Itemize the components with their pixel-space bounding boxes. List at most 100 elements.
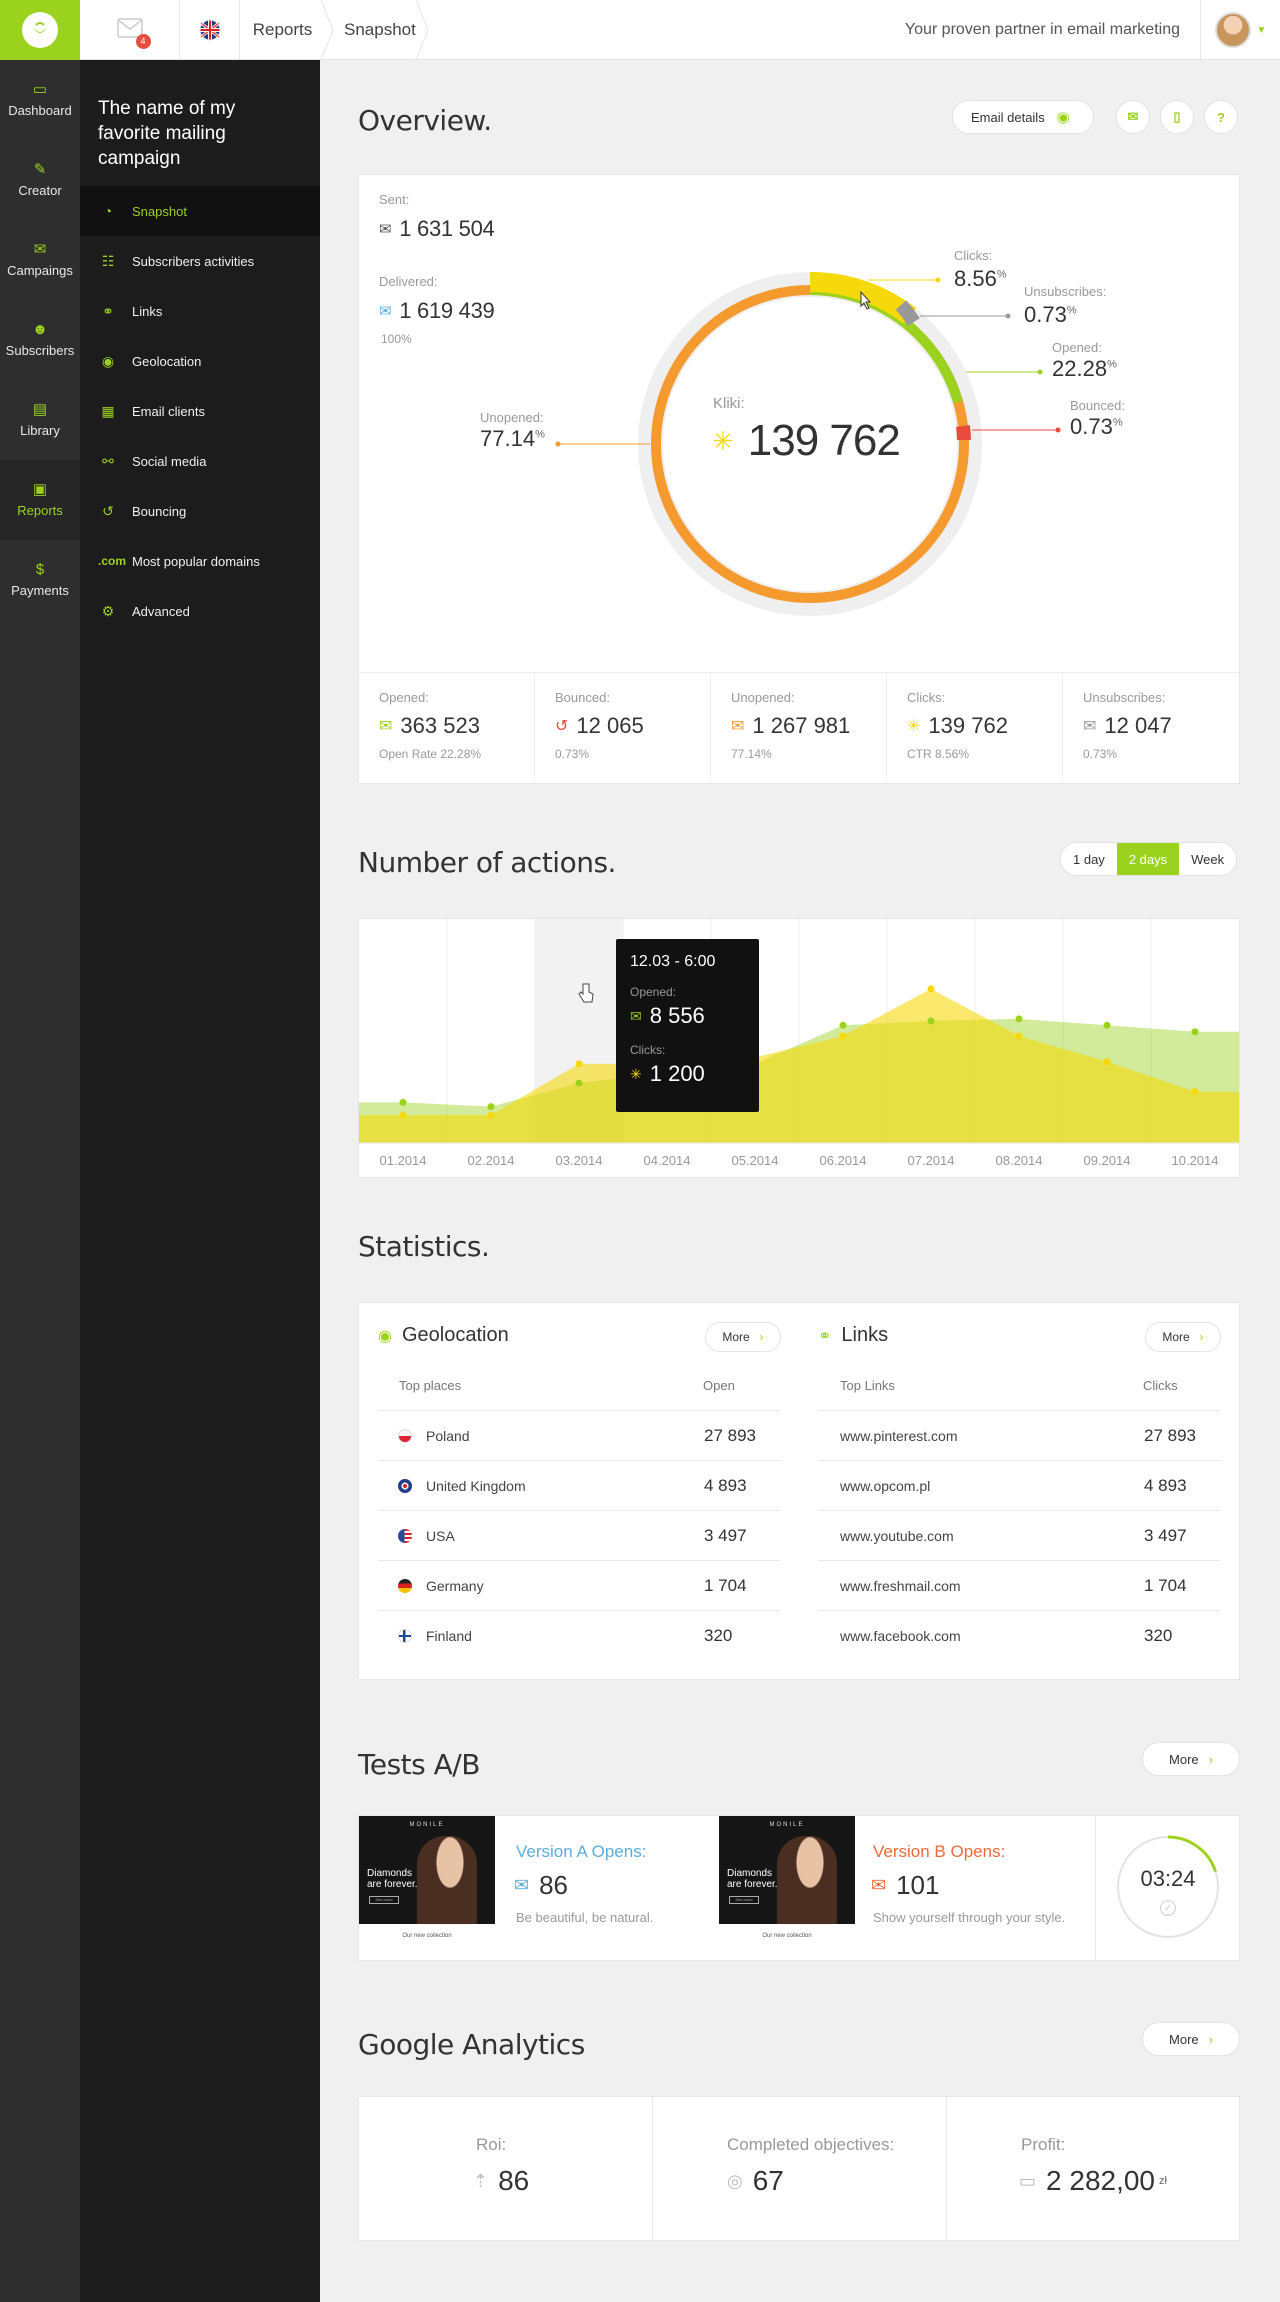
chart-point-opened[interactable] <box>927 1017 935 1025</box>
submenu-links[interactable]: ⚭ Links <box>80 286 320 336</box>
link-url[interactable]: www.freshmail.com <box>840 1578 961 1594</box>
submenu-snapshot[interactable]: ◔ Snapshot <box>80 186 320 236</box>
chart-tooltip: 12.03 - 6:00 Opened: ✉ 8 556 Clicks: ✳ 1 2… <box>616 939 759 1112</box>
range-toggle: 1 day 2 days Week <box>1060 842 1238 876</box>
stat-sub: 77.14% <box>731 747 772 761</box>
geo-value: 27 893 <box>704 1425 756 1445</box>
check-icon: ✓ <box>1160 1900 1176 1916</box>
chart-point-opened[interactable] <box>575 1079 583 1087</box>
download-report-button[interactable]: ▯ <box>1160 100 1194 134</box>
connector-unopened-dot <box>555 441 561 447</box>
nav-label: Creator <box>18 183 62 198</box>
chart-point-clicks[interactable] <box>927 985 935 993</box>
stat-number: 12 065 <box>576 713 644 738</box>
breadcrumb-separator-icon <box>415 0 429 60</box>
nav-reports[interactable]: ▣ Reports <box>0 460 80 540</box>
version-a-thumbnail[interactable]: MONILE Diamonds are forever. See more Ou… <box>359 1816 495 1960</box>
actions-chart: 01.2014 02.2014 03.2014 04.2014 05.2014 06.20… <box>359 919 1239 1168</box>
submenu-social-media[interactable]: ⚯ Social media <box>80 436 320 486</box>
nav-creator[interactable]: ✎ Creator <box>0 140 80 220</box>
nav-library[interactable]: ▤ Library <box>0 380 80 460</box>
envelope-icon: ✉ <box>731 718 745 735</box>
breadcrumb-snapshot[interactable]: Snapshot <box>344 0 416 60</box>
user-menu[interactable]: ▼ <box>1200 0 1280 60</box>
connector-opened-dot <box>1037 369 1043 375</box>
chart-point-clicks[interactable] <box>839 1032 847 1040</box>
submenu-email-clients[interactable]: ▦ Email clients <box>80 386 320 436</box>
link-value: 3 497 <box>1144 1525 1187 1545</box>
links-title: Links <box>841 1324 889 1346</box>
ga-profit-label: Profit: <box>1021 2135 1066 2154</box>
ga-obj-number: 67 <box>752 2165 784 2196</box>
submenu-most-popular-domains[interactable]: .com Most popular domains <box>80 536 320 586</box>
stat-bounced: Bounced: ↺ 12 065 0.73% <box>535 672 711 782</box>
ga-more-button[interactable]: More › <box>1142 2022 1240 2056</box>
link-url[interactable]: www.youtube.com <box>840 1528 954 1544</box>
language-button[interactable] <box>180 0 240 60</box>
links-more-button[interactable]: More › <box>1145 1322 1221 1352</box>
chart-point-opened[interactable] <box>1191 1028 1199 1036</box>
link-value: 27 893 <box>1144 1425 1196 1445</box>
gear-icon: ⚙ <box>101 602 115 619</box>
submenu-subscribers-activities[interactable]: ☷ Subscribers activities <box>80 236 320 286</box>
geo-more-button[interactable]: More › <box>705 1322 781 1352</box>
chart-point-opened[interactable] <box>1015 1015 1023 1023</box>
version-b-thumbnail[interactable]: MONILE Diamonds are forever. See more Ou… <box>719 1816 855 1960</box>
thumb-brand: MONILE <box>409 1822 445 1828</box>
chart-point-clicks[interactable] <box>1015 1032 1023 1040</box>
chart-point-opened[interactable] <box>839 1021 847 1029</box>
chart-point-clicks[interactable] <box>1103 1058 1111 1066</box>
link-url[interactable]: www.facebook.com <box>840 1628 961 1644</box>
chart-tick-label: 10.2014 <box>1172 1153 1219 1168</box>
bounced-ring-number: 0.73 <box>1070 414 1113 439</box>
ga-obj-value: ◎ 67 <box>727 2165 784 2197</box>
link-url[interactable]: www.opcom.pl <box>840 1478 930 1494</box>
stat-number: 363 523 <box>400 713 480 738</box>
clicks-ring-label: Clicks: <box>954 248 993 263</box>
geo-value: 320 <box>704 1625 733 1645</box>
stat-value: ✉ 12 047 <box>1083 713 1239 739</box>
question-icon: ? <box>1217 109 1225 125</box>
app-logo[interactable] <box>0 0 80 60</box>
chart-point-opened[interactable] <box>399 1098 407 1106</box>
chart-tick-label: 03.2014 <box>556 1153 603 1168</box>
overview-title: Overview. <box>358 104 492 137</box>
chart-point-clicks[interactable] <box>575 1060 583 1068</box>
chart-point-clicks[interactable] <box>487 1111 495 1119</box>
hand-cursor-icon <box>578 983 594 1003</box>
chart-point-clicks[interactable] <box>399 1111 407 1119</box>
ab-more-button[interactable]: More › <box>1142 1742 1240 1776</box>
submenu-bouncing[interactable]: ↺ Bouncing <box>80 486 320 536</box>
thumb-caption: Our new collection <box>402 1933 452 1939</box>
mail-report-button[interactable]: ✉ <box>1116 100 1150 134</box>
tooltip-opened-label: Opened: <box>630 985 677 999</box>
mail-badge: 4 <box>135 33 151 49</box>
chart-tick-label: 04.2014 <box>644 1153 691 1168</box>
chart-tick-label: 08.2014 <box>996 1153 1043 1168</box>
top-bar: 4 Reports Snapshot Your proven partner i… <box>0 0 1280 60</box>
submenu-geolocation[interactable]: ◉ Geolocation <box>80 336 320 386</box>
nav-payments[interactable]: $ Payments <box>0 540 80 620</box>
chart-point-opened[interactable] <box>487 1103 495 1111</box>
link-url[interactable]: www.pinterest.com <box>840 1428 957 1444</box>
notifications-button[interactable]: 4 <box>80 0 180 60</box>
stat-unsubscribes: Unsubscribes: ✉ 12 047 0.73% <box>1063 672 1239 782</box>
ga-roi-number: 86 <box>498 2165 530 2196</box>
link-icon: ⚭ <box>102 302 114 319</box>
chart-tick-label: 01.2014 <box>380 1153 427 1168</box>
range-1-day[interactable]: 1 day <box>1061 843 1117 875</box>
range-week[interactable]: Week <box>1179 843 1236 875</box>
help-button[interactable]: ? <box>1204 100 1238 134</box>
main-nav: ▭ Dashboard ✎ Creator ✉ Campaings ☻ Subscrib… <box>0 60 80 2302</box>
email-details-button[interactable]: Email details ◉ <box>952 100 1094 134</box>
stat-label: Opened: <box>379 690 429 705</box>
nav-dashboard[interactable]: ▭ Dashboard <box>0 60 80 140</box>
chart-point-opened[interactable] <box>1103 1021 1111 1029</box>
nav-campaings[interactable]: ✉ Campaings <box>0 220 80 300</box>
submenu-advanced[interactable]: ⚙ Advanced <box>80 586 320 636</box>
breadcrumb-reports[interactable]: Reports <box>240 0 325 60</box>
geo-row: Poland 27 893 <box>378 1410 780 1460</box>
range-2-days[interactable]: 2 days <box>1116 843 1180 875</box>
nav-subscribers[interactable]: ☻ Subscribers <box>0 300 80 380</box>
chart-point-clicks[interactable] <box>1191 1088 1199 1096</box>
